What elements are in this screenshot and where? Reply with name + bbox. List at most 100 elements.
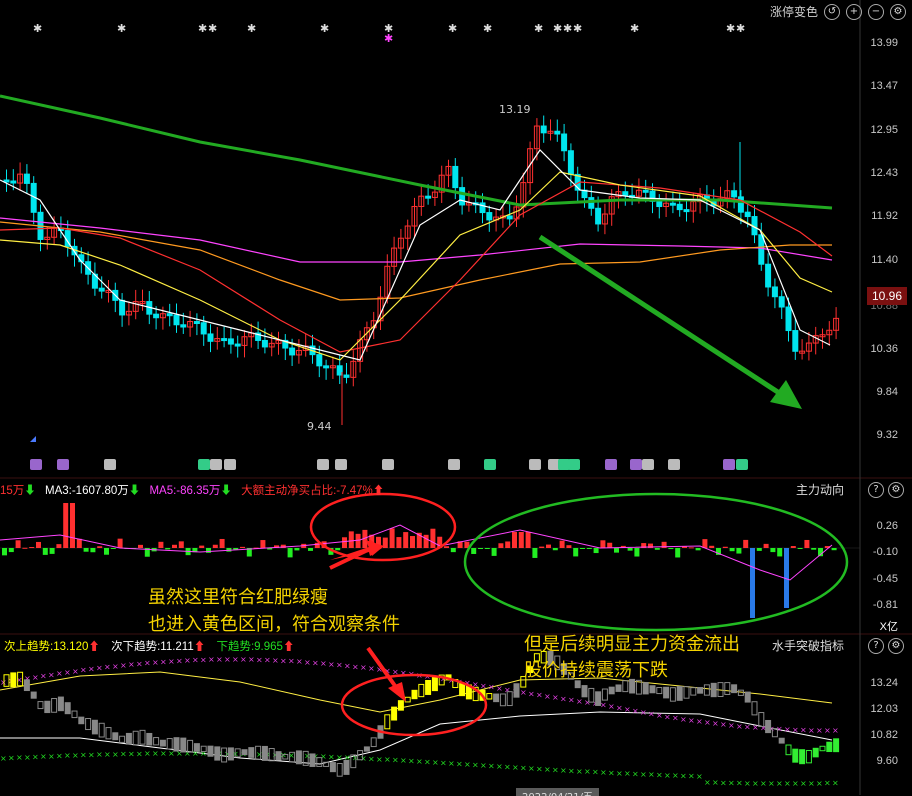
candle-body [785, 306, 792, 332]
star-icon[interactable]: ✱ [726, 22, 735, 35]
star-icon[interactable]: ✱ [563, 22, 572, 35]
candle-body [479, 202, 486, 214]
sailor-candle [384, 714, 391, 730]
event-badge-icon[interactable] [568, 459, 580, 470]
minus-icon[interactable]: − [868, 3, 884, 20]
star-icon[interactable]: ✱ [630, 22, 639, 35]
star-icon[interactable]: ✱ [247, 22, 256, 35]
lower-cross-mark: × [24, 753, 31, 762]
money-flow-bar [573, 548, 579, 557]
gear-icon[interactable]: ⚙ [888, 638, 904, 654]
star-icon[interactable]: ✱ [198, 22, 207, 35]
sailor-candle [785, 744, 792, 756]
event-badge-icon[interactable] [382, 459, 394, 470]
event-badge-icon[interactable] [630, 459, 642, 470]
event-badge-icon[interactable] [484, 459, 496, 470]
sailor-candle [98, 722, 105, 738]
lower-cross-mark: × [400, 756, 407, 765]
money-flow-bar [83, 548, 89, 552]
lower-cross-mark: × [760, 779, 767, 788]
candle-body [207, 333, 214, 342]
gear-icon[interactable]: ⚙ [888, 482, 904, 498]
event-badge-icon[interactable] [605, 459, 617, 470]
candle-body [561, 133, 568, 152]
sailor-candle [404, 696, 411, 703]
event-badge-icon[interactable] [30, 459, 42, 470]
lower-cross-mark: × [120, 750, 127, 759]
upper-cross-mark: × [672, 714, 679, 723]
candle-body [173, 314, 180, 326]
gear-icon[interactable]: ⚙ [890, 3, 906, 20]
event-badge-icon[interactable] [723, 459, 735, 470]
sailor-candle [10, 672, 17, 688]
event-badge-icon[interactable] [198, 459, 210, 470]
star-icon[interactable]: ✱ [384, 32, 393, 45]
lower-cross-mark: × [384, 755, 391, 764]
lower-cross-mark: × [648, 770, 655, 779]
event-badge-icon[interactable] [210, 459, 222, 470]
sailor-candle [833, 738, 840, 753]
upper-cross-mark: × [248, 655, 255, 664]
money-flow-bar [695, 548, 701, 551]
sailor-candle [391, 706, 398, 721]
upper-cross-mark: × [0, 678, 7, 687]
money-flow-bar [117, 538, 123, 548]
star-icon[interactable]: ✱ [33, 22, 42, 35]
undo-icon[interactable]: ↺ [824, 3, 840, 20]
lower-cross-mark: × [360, 754, 367, 763]
lower-cross-mark: × [336, 753, 343, 762]
event-badge-icon[interactable] [104, 459, 116, 470]
lower-cross-mark: × [528, 764, 535, 773]
lower-cross-mark: × [656, 771, 663, 780]
money-flow-bar [172, 544, 177, 548]
price-tick: 9.84 [876, 386, 898, 398]
star-icon[interactable]: ✱ [483, 22, 492, 35]
chart-canvas[interactable]: ×× ××××××××××××××××××××××××××××××××××××××… [0, 0, 912, 795]
help-icon[interactable]: ? [868, 638, 884, 654]
lower-cross-mark: × [144, 749, 151, 758]
lower-cross-mark: × [792, 779, 799, 788]
candle-body [792, 330, 799, 352]
help-icon[interactable]: ? [868, 482, 884, 498]
star-icon[interactable]: ✱ [320, 22, 329, 35]
star-icon[interactable]: ✱ [117, 22, 126, 35]
limit-up-color-toggle[interactable]: 涨停变色 [770, 3, 818, 20]
event-badge-icon[interactable] [448, 459, 460, 470]
ind2-tick: 13.24 [870, 677, 898, 689]
indicator1-title[interactable]: 主力动向 [796, 481, 844, 498]
sailor-candle [425, 679, 432, 695]
star-icon[interactable]: ✱ [736, 22, 745, 35]
star-icon[interactable]: ✱ [553, 22, 562, 35]
sailor-candle [615, 684, 622, 692]
upper-cross-mark: × [632, 707, 639, 716]
event-badge-icon[interactable] [642, 459, 654, 470]
candle-body [554, 130, 561, 135]
plus-icon[interactable]: + [846, 3, 862, 20]
upper-cross-mark: × [160, 657, 167, 666]
money-flow-bar [763, 543, 769, 548]
lower-cross-mark: × [464, 760, 471, 769]
event-badge-icon[interactable] [317, 459, 329, 470]
star-icon[interactable]: ✱ [573, 22, 582, 35]
event-badge-icon[interactable] [668, 459, 680, 470]
upper-cross-mark: × [640, 708, 647, 717]
event-badge-icon[interactable] [224, 459, 236, 470]
event-badge-icon[interactable] [529, 459, 541, 470]
star-icon[interactable]: ✱ [208, 22, 217, 35]
event-badge-icon[interactable] [335, 459, 347, 470]
star-icon[interactable]: ✱ [534, 22, 543, 35]
event-badge-icon[interactable] [57, 459, 69, 470]
price-tick: 10.36 [870, 343, 898, 355]
lower-cross-mark: × [496, 762, 503, 771]
lower-cross-mark: × [576, 767, 583, 776]
sailor-candle [91, 719, 98, 735]
ma-line [0, 149, 831, 361]
indicator2-title[interactable]: 水手突破指标 [772, 637, 844, 654]
lower-cross-mark: × [480, 761, 487, 770]
upper-cross-mark: × [536, 691, 543, 700]
star-icon[interactable]: ✱ [448, 22, 457, 35]
event-badge-icon[interactable] [736, 459, 748, 470]
money-flow-bar [607, 542, 613, 548]
candle-body [452, 165, 459, 189]
sailor-candle [724, 682, 731, 695]
